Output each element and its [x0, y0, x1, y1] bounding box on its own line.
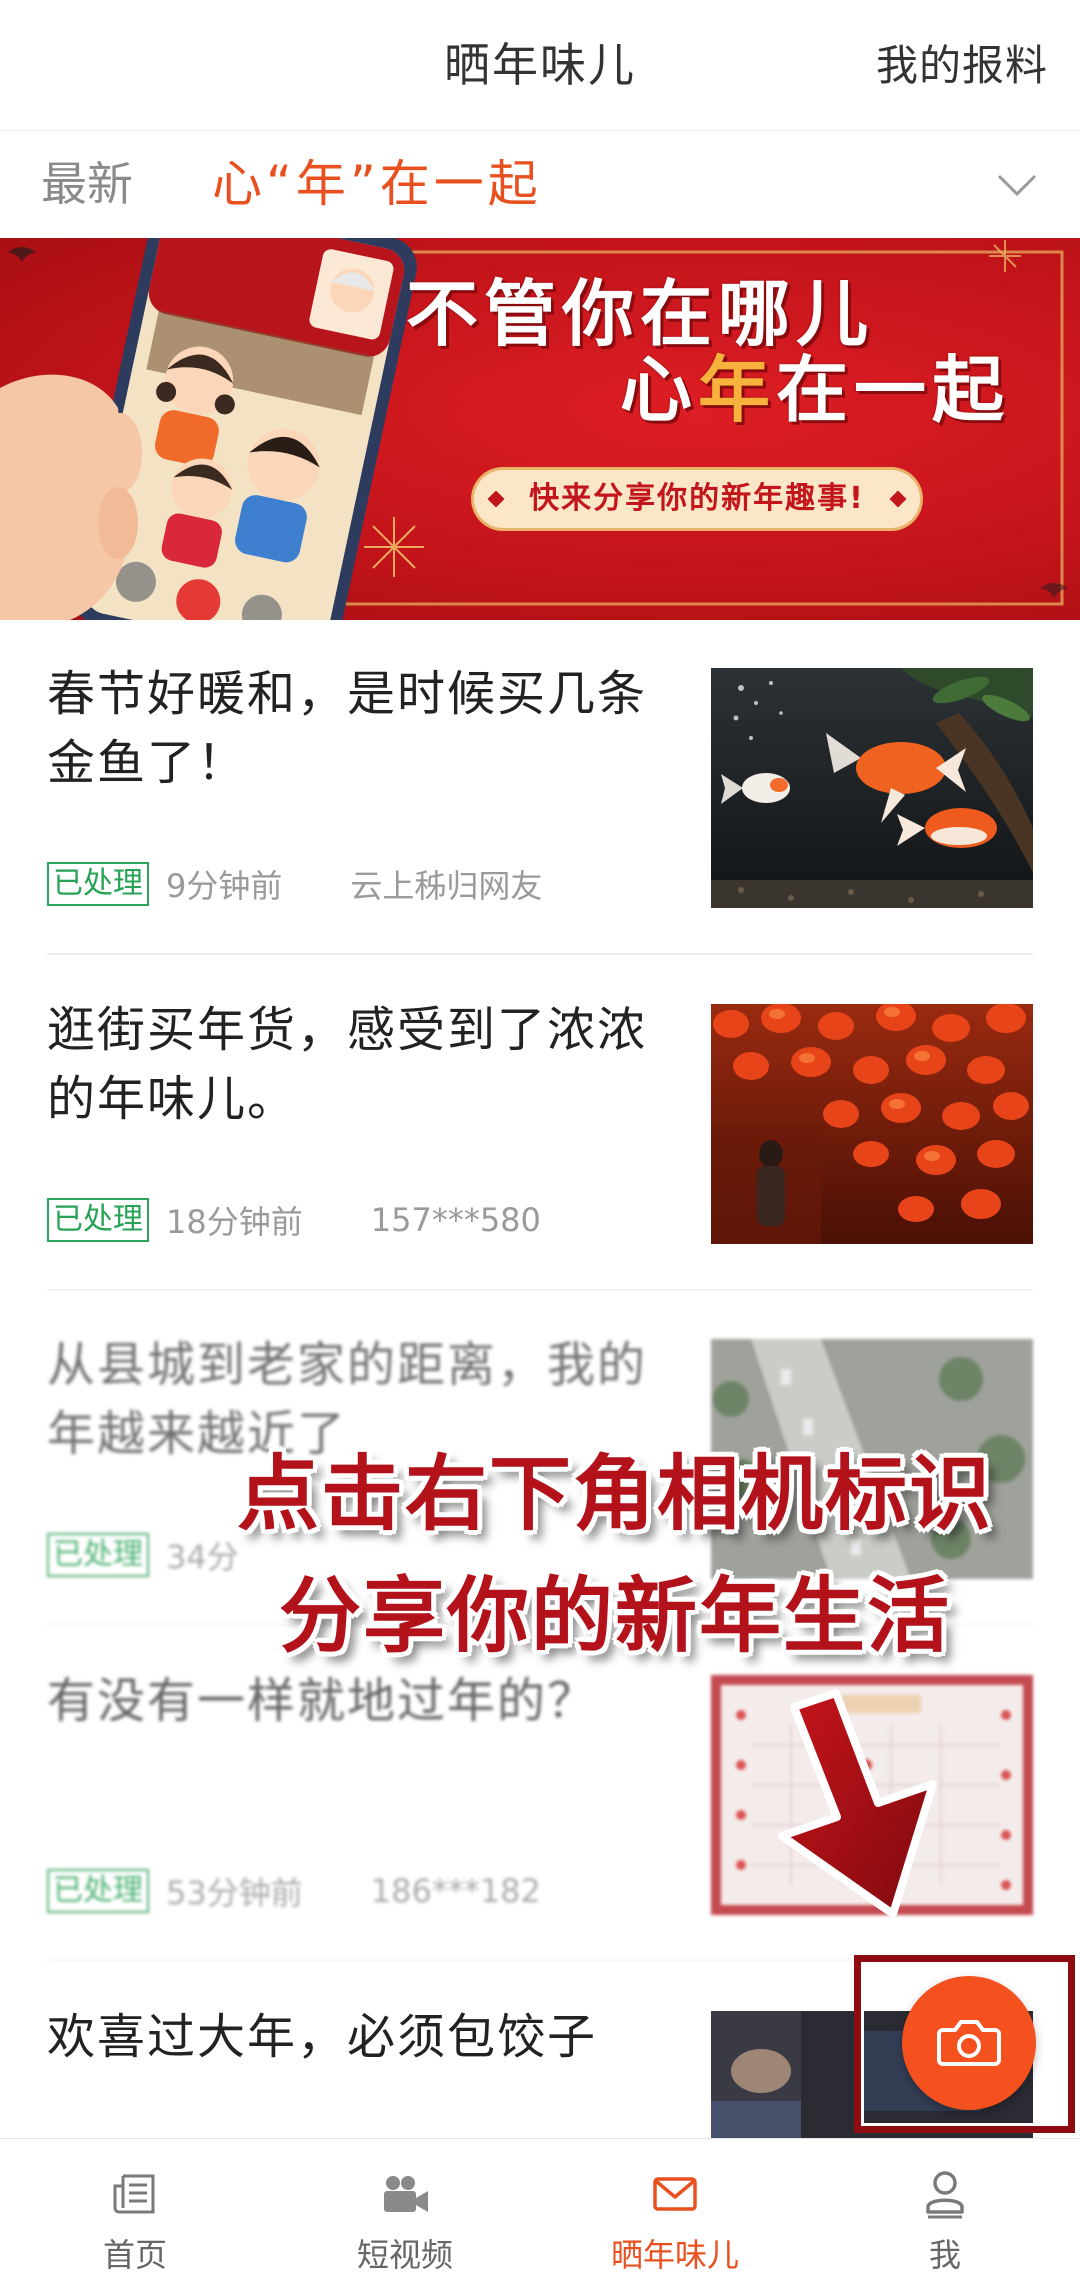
status-badge: 已处理 [47, 1869, 149, 1913]
feed-item-meta: 已处理 53分钟前 186***182 [47, 1869, 541, 1913]
tutorial-line-2: 分享你的新年生活 [278, 1569, 951, 1664]
nav-label: 晒年味儿 [610, 2236, 739, 2274]
status-badge: 已处理 [47, 862, 149, 906]
feed-item-meta: 已处理 9分钟前 云上秭归网友 [47, 862, 542, 906]
camera-fab-button[interactable] [902, 1976, 1036, 2110]
tutorial-line-1: 点击右下角相机标识 [236, 1447, 993, 1542]
feed-item-thumbnail[interactable] [711, 668, 1033, 908]
nav-label: 短视频 [356, 2236, 453, 2274]
feed-item-title: 春节好暖和，是时候买几条金鱼了！ [47, 666, 648, 791]
app-header: 晒年味儿 我的报料 [0, 0, 1080, 131]
feed-item-time: 18分钟前 [166, 1203, 303, 1241]
tab-latest[interactable]: 最新 [41, 131, 133, 238]
envelope-icon [653, 2177, 697, 2211]
nav-tab-home[interactable]: 首页 [0, 2139, 270, 2289]
banner-subheadline: 心年在一起 [620, 350, 1010, 430]
phone-illustration [0, 238, 417, 620]
chevron-down-icon[interactable] [996, 173, 1038, 197]
feed-item-thumbnail[interactable] [711, 1004, 1033, 1244]
tutorial-overlay-text: 点击右下角相机标识 分享你的新年生活 [200, 1434, 1030, 1678]
banner-tagline: 快来分享你的新年趣事! [474, 470, 920, 528]
topic-tabs: 最新 心“年”在一起 [0, 131, 1080, 238]
feed-item-title: 欢喜过大年，必须包饺子 [47, 2009, 598, 2065]
nav-tab-share-new-year[interactable]: 晒年味儿 [540, 2139, 810, 2289]
camera-icon [937, 2020, 1001, 2066]
feed-item-author: 186***182 [370, 1872, 541, 1910]
feed-item-time: 9分钟前 [166, 867, 283, 905]
feed-item-author: 云上秭归网友 [350, 867, 543, 905]
feed-item-thumbnail[interactable] [711, 1675, 1033, 1915]
my-reports-link[interactable]: 我的报料 [876, 0, 1048, 131]
banner-subheadline-accent: 年 [698, 348, 777, 432]
banner-subheadline-part1: 心 [620, 348, 699, 432]
feed-item-title: 逛街买年货，感受到了浓浓的年味儿。 [47, 1002, 648, 1127]
nav-label: 我 [928, 2236, 961, 2274]
nav-label: 首页 [102, 2236, 167, 2274]
nav-tab-me[interactable]: 我 [810, 2139, 1080, 2289]
feed-item-meta: 已处理 18分钟前 157***580 [47, 1198, 541, 1242]
nav-tab-short-video[interactable]: 短视频 [270, 2139, 540, 2289]
status-badge: 已处理 [47, 1198, 149, 1242]
promo-banner[interactable]: 不管你在哪儿 心年在一起 快来分享你的新年趣事! [0, 238, 1080, 620]
feed-item-author: 157***580 [370, 1201, 541, 1239]
feed-item[interactable]: 春节好暖和，是时候买几条金鱼了！ 已处理 9分钟前 云上秭归网友 [0, 620, 1080, 955]
bottom-nav: 首页 短视频 晒年味儿 我 [0, 2138, 1080, 2288]
video-camera-icon [384, 2176, 428, 2212]
tab-active-topic[interactable]: 心“年”在一起 [212, 131, 542, 238]
newspaper-icon [113, 2174, 155, 2214]
banner-subheadline-part2: 在一起 [776, 348, 1011, 432]
feed-item[interactable]: 逛街买年货，感受到了浓浓的年味儿。 已处理 18分钟前 157***580 [0, 956, 1080, 1291]
status-badge: 已处理 [47, 1533, 149, 1577]
person-icon [926, 2171, 964, 2219]
feed-item-time: 53分钟前 [166, 1874, 303, 1912]
banner-headline: 不管你在哪儿 [406, 272, 875, 356]
